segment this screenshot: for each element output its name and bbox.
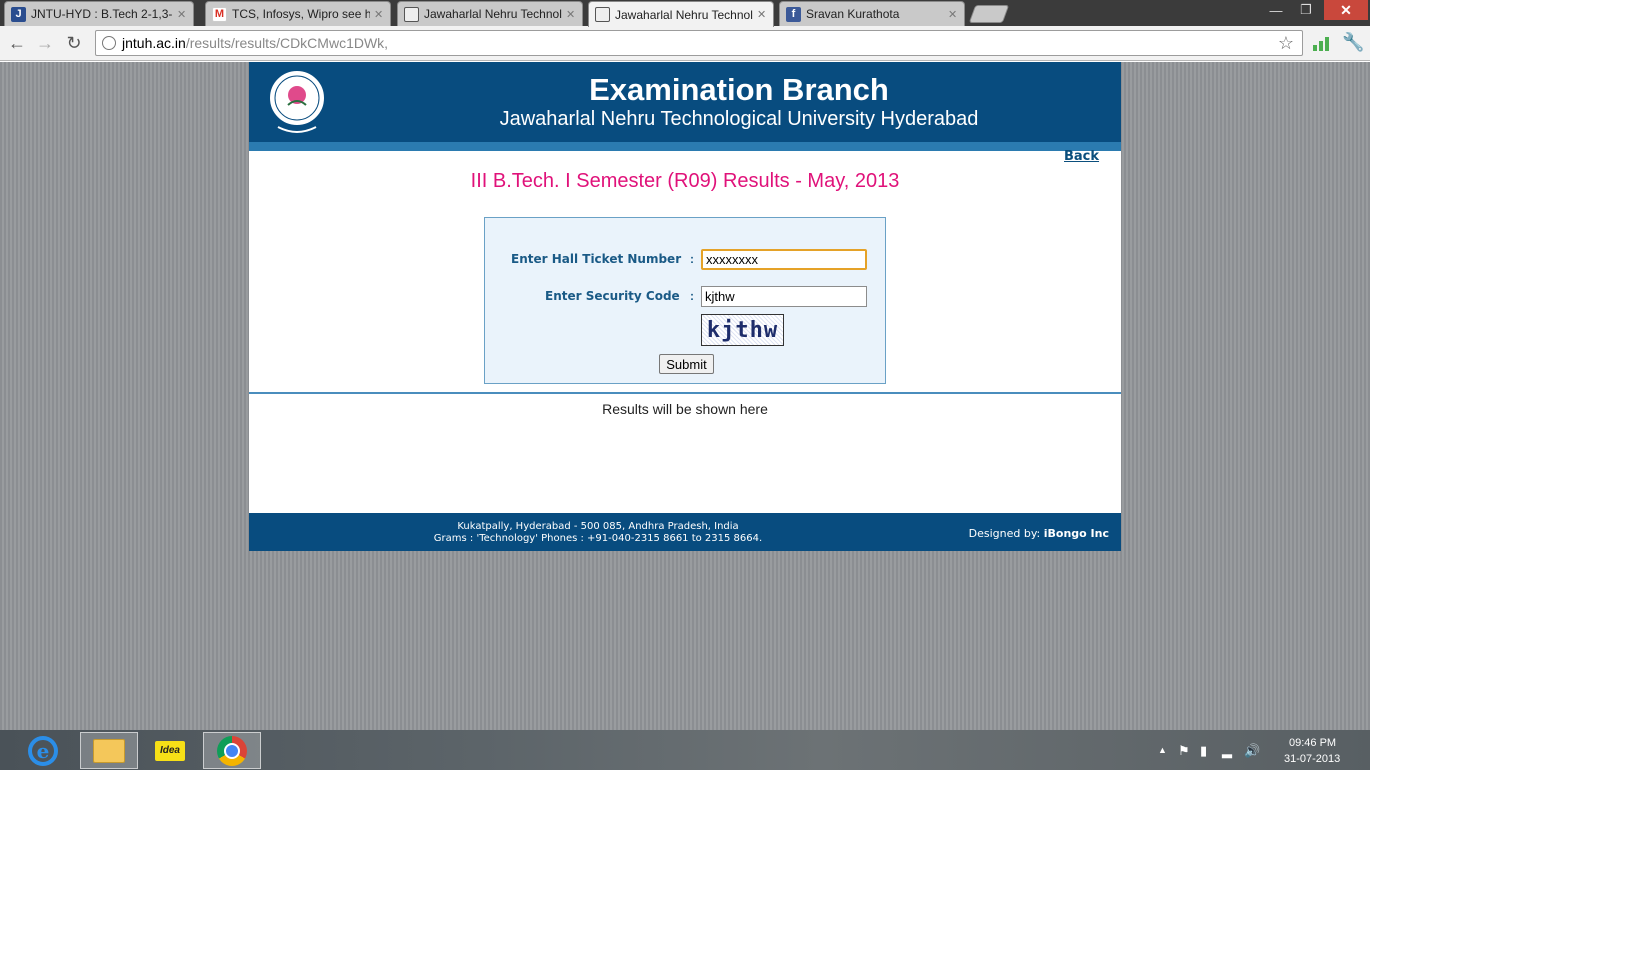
clock-time[interactable]: 09:46 PM <box>1289 737 1336 749</box>
submit-button[interactable]: Submit <box>659 354 714 374</box>
globe-icon <box>595 7 610 22</box>
security-code-label: Enter Security Code <box>545 289 680 303</box>
hall-ticket-label: Enter Hall Ticket Number <box>511 252 682 266</box>
site-subtitle: Jawaharlal Nehru Technological Universit… <box>499 108 979 130</box>
tab-jntu-results-1[interactable]: Jawaharlal Nehru Technolo ✕ <box>397 1 583 26</box>
facebook-icon: f <box>786 6 801 22</box>
colon: : <box>690 252 694 266</box>
restore-button[interactable]: ❐ <box>1292 0 1320 20</box>
tab-jntu-results-2[interactable]: Jawaharlal Nehru Technolo ✕ <box>588 1 774 27</box>
tab-gmail[interactable]: M TCS, Infosys, Wipro see hiri ✕ <box>205 1 391 26</box>
hall-ticket-form: Enter Hall Ticket Number : Enter Securit… <box>484 217 886 384</box>
section-divider <box>249 392 1121 394</box>
taskbar-internet-explorer[interactable]: e <box>14 732 72 769</box>
tab-label: TCS, Infosys, Wipro see hiri <box>232 7 370 21</box>
clock-date[interactable]: 31-07-2013 <box>1284 753 1340 765</box>
captcha-image: kjthw <box>701 314 784 346</box>
address-bar[interactable]: jntuh.ac.in/results/results/CDkCMwc1DWk,… <box>95 30 1303 56</box>
action-center-flag-icon[interactable]: ⚑ <box>1178 743 1190 759</box>
credit-prefix: Designed by: <box>968 527 1041 540</box>
globe-icon <box>404 6 419 22</box>
tab-facebook[interactable]: f Sravan Kurathota ✕ <box>779 1 965 26</box>
window-close-button[interactable]: ✕ <box>1324 0 1368 20</box>
close-icon[interactable]: ✕ <box>566 8 576 21</box>
footer-credit: Designed by: iBongo Inc <box>969 527 1109 540</box>
header-strip <box>249 142 1121 151</box>
colon: : <box>690 289 694 303</box>
new-tab-button[interactable] <box>968 5 1010 23</box>
footer-phone-line: Grams : 'Technology' Phones : +91-040-23… <box>433 533 763 544</box>
network-icon[interactable]: ▂ <box>1222 743 1232 759</box>
results-title: III B.Tech. I Semester (R09) Results - M… <box>470 170 900 192</box>
taskbar-idea[interactable]: Idea <box>141 732 199 769</box>
windows-taskbar: e Idea ▲ ⚑ ▮ ▂ 🔊 09:46 PM 31-07-2013 <box>0 730 1370 770</box>
extension-signal-icon[interactable] <box>1313 35 1329 51</box>
page-viewport: Examination Branch Jawaharlal Nehru Tech… <box>0 62 1370 730</box>
power-icon[interactable]: ▮ <box>1200 743 1207 759</box>
url-host: jntuh.ac.in <box>122 35 186 51</box>
browser-toolbar: ← → ↻ jntuh.ac.in/results/results/CDkCMw… <box>0 26 1370 61</box>
results-placeholder: Results will be shown here <box>602 401 768 417</box>
taskbar-chrome[interactable] <box>203 732 261 769</box>
volume-icon[interactable]: 🔊 <box>1244 743 1260 759</box>
tab-strip: J JNTU-HYD : B.Tech 2-1,3-1 ✕ M TCS, Inf… <box>0 0 1370 27</box>
file-explorer-icon <box>93 738 125 763</box>
tab-label: JNTU-HYD : B.Tech 2-1,3-1 <box>31 7 173 21</box>
tab-jntu-hyd[interactable]: J JNTU-HYD : B.Tech 2-1,3-1 ✕ <box>4 1 194 26</box>
jntu-icon: J <box>11 6 26 22</box>
internet-explorer-icon: e <box>28 735 58 766</box>
taskbar-file-explorer[interactable] <box>80 732 138 769</box>
footer-address: Kukatpally, Hyderabad - 500 085, Andhra … <box>249 521 947 545</box>
tab-label: Jawaharlal Nehru Technolo <box>615 7 753 22</box>
close-icon[interactable]: ✕ <box>177 8 187 21</box>
show-hidden-icons-icon[interactable]: ▲ <box>1158 745 1167 755</box>
chrome-icon <box>217 735 247 766</box>
footer-address-line: Kukatpally, Hyderabad - 500 085, Andhra … <box>457 521 739 532</box>
jntu-logo <box>268 69 326 133</box>
idea-icon: Idea <box>155 740 185 761</box>
site-header: Examination Branch Jawaharlal Nehru Tech… <box>249 62 1121 142</box>
gmail-icon: M <box>212 6 227 22</box>
browser-window: J JNTU-HYD : B.Tech 2-1,3-1 ✕ M TCS, Inf… <box>0 0 1370 770</box>
close-icon[interactable]: ✕ <box>374 8 384 21</box>
page-info-icon[interactable] <box>102 36 116 50</box>
bookmark-star-icon[interactable]: ☆ <box>1278 33 1294 54</box>
forward-arrow-icon[interactable]: → <box>34 32 56 54</box>
credit-name[interactable]: iBongo Inc <box>1044 527 1109 540</box>
back-link[interactable]: Back <box>1064 149 1099 164</box>
tab-label: Sravan Kurathota <box>806 7 900 21</box>
url-path: /results/results/CDkCMwc1DWk, <box>185 35 389 51</box>
site-footer: Kukatpally, Hyderabad - 500 085, Andhra … <box>249 513 1121 551</box>
captcha-text: kjthw <box>706 317 779 343</box>
security-code-input[interactable] <box>701 286 867 307</box>
reload-icon[interactable]: ↻ <box>63 32 85 54</box>
site-title: Examination Branch <box>589 72 889 107</box>
close-icon[interactable]: ✕ <box>948 8 958 21</box>
minimize-button[interactable]: — <box>1262 0 1290 20</box>
wrench-menu-icon[interactable]: 🔧 <box>1342 32 1364 53</box>
tab-label: Jawaharlal Nehru Technolo <box>424 7 562 21</box>
hall-ticket-input[interactable] <box>701 249 867 270</box>
results-page: Examination Branch Jawaharlal Nehru Tech… <box>249 62 1121 551</box>
back-arrow-icon[interactable]: ← <box>6 32 28 54</box>
close-icon[interactable]: ✕ <box>757 8 767 21</box>
